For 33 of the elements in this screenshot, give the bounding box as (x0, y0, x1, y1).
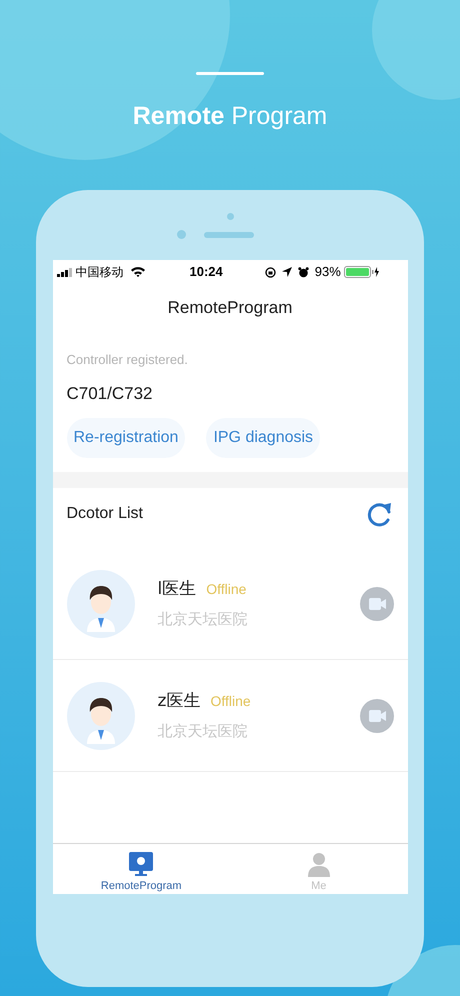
status-label: Offline (206, 580, 246, 598)
refresh-icon[interactable] (366, 500, 394, 528)
status-label: Offline (210, 692, 251, 710)
wifi-icon (130, 266, 146, 278)
doctor-avatar (66, 682, 134, 750)
hospital-name: 北京天坛医院 (158, 721, 248, 742)
alarm-icon (298, 266, 309, 278)
video-call-icon[interactable] (360, 698, 394, 732)
action-button[interactable]: IPG diagnosis (206, 418, 320, 458)
carrier-label: 中国移动 (76, 264, 124, 281)
video-call-icon[interactable] (360, 586, 394, 620)
list-title: Dcotor List (66, 504, 143, 524)
headline: Remote Program (132, 101, 328, 131)
speaker-slot (204, 232, 254, 238)
lock-rotation-icon (264, 266, 276, 278)
nav-title: RemoteProgram (166, 297, 294, 319)
monitor-icon (129, 852, 154, 877)
battery-percent: 93% (314, 263, 341, 282)
battery-icon (344, 266, 380, 278)
signal-icon (56, 268, 72, 276)
status-time: 10:24 (190, 263, 223, 282)
controller-model: C701/C732 (66, 383, 154, 405)
location-icon (282, 267, 292, 277)
doctor-row[interactable]: l医生 Offline 北京天坛医院 (52, 548, 408, 660)
action-button[interactable]: Re-registration (66, 418, 186, 458)
doctor-avatar (66, 570, 134, 638)
hospital-name: 北京天坛医院 (158, 609, 248, 630)
doctor-row[interactable]: z医生 Offline 北京天坛医院 (52, 660, 408, 772)
tab[interactable]: RemoteProgram (52, 844, 230, 894)
doctor-name: l医生 (158, 578, 196, 600)
controller-status: Controller registered. (66, 351, 189, 369)
person-icon (308, 853, 330, 877)
doctor-name: z医生 (158, 690, 200, 712)
